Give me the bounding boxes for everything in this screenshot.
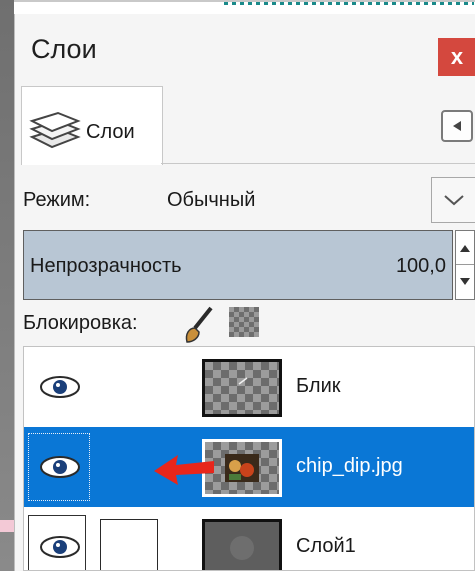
visibility-eye-icon[interactable] (38, 533, 82, 561)
opacity-spin-buttons (455, 230, 475, 300)
tab-strip-divider (161, 163, 475, 164)
layer-name[interactable]: Слой1 (296, 535, 356, 558)
visibility-eye-icon[interactable] (38, 453, 82, 481)
dock-title: Слои (31, 34, 97, 64)
opacity-increase-button[interactable] (456, 231, 474, 265)
layer-name[interactable]: Блик (296, 375, 341, 398)
selection-marching-ants (224, 2, 474, 5)
opacity-value: 100,0 (395, 255, 446, 277)
glint-mark (238, 377, 248, 385)
close-button[interactable]: x (438, 38, 475, 76)
arrow-down-icon (460, 277, 470, 285)
layer-row[interactable]: Слой1 (24, 507, 474, 570)
opacity-decrease-button[interactable] (456, 265, 474, 298)
layers-list: Блик chip_dip.jpg Слой1 (23, 346, 475, 571)
annotation-arrow-icon (154, 455, 214, 485)
opacity-slider[interactable]: Непрозрачность 100,0 (23, 230, 453, 300)
arrow-up-icon (460, 244, 470, 252)
lock-pixels-brush-icon[interactable] (181, 304, 217, 344)
mode-select[interactable]: Обычный (167, 189, 255, 212)
layers-stack-icon (29, 111, 81, 149)
tab-menu-button[interactable] (441, 110, 473, 142)
opacity-label: Непрозрачность (30, 255, 182, 277)
canvas-edge (0, 0, 14, 571)
mode-dropdown-button[interactable] (431, 177, 475, 223)
triangle-left-icon (453, 121, 461, 131)
tab-layers[interactable]: Слои (21, 86, 163, 165)
layers-dock: Слои x Слои Режим: Обычный Непрозрачност… (14, 14, 475, 571)
layer-thumbnail[interactable] (202, 519, 282, 570)
layer-thumbnail[interactable] (202, 359, 282, 417)
gray-blob (230, 536, 254, 560)
layer-chain-toggle[interactable] (100, 519, 158, 570)
chevron-down-icon (444, 195, 464, 206)
photo-thumbnail-image (225, 454, 259, 482)
visibility-eye-icon[interactable] (38, 373, 82, 401)
layer-row[interactable]: Блик (24, 347, 474, 427)
mode-label: Режим: (23, 189, 91, 211)
layer-name[interactable]: chip_dip.jpg (296, 455, 403, 478)
lock-label: Блокировка: (23, 312, 138, 334)
tab-layers-label: Слои (86, 121, 135, 143)
canvas-notch (0, 520, 14, 532)
layer-row-selected[interactable]: chip_dip.jpg (24, 427, 474, 507)
lock-alpha-icon[interactable] (229, 307, 259, 337)
